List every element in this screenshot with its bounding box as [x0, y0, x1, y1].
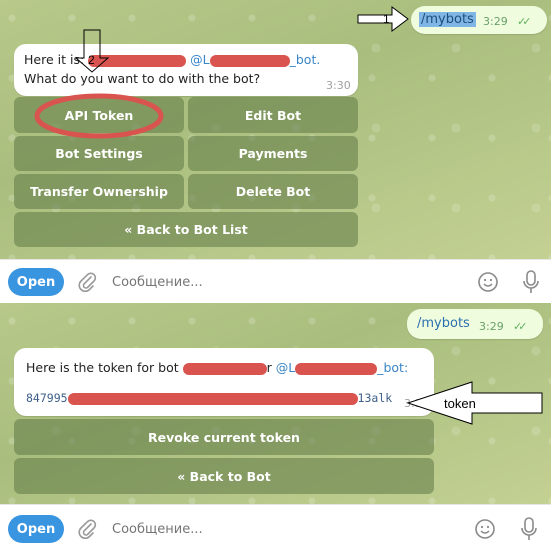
- annotation-overlay: [34, 6, 543, 425]
- annotation-label-1: 1: [383, 12, 390, 26]
- annotation-label-2: 2: [88, 53, 95, 67]
- highlight-circle: [34, 93, 164, 139]
- annotation-label-token: token: [444, 396, 476, 411]
